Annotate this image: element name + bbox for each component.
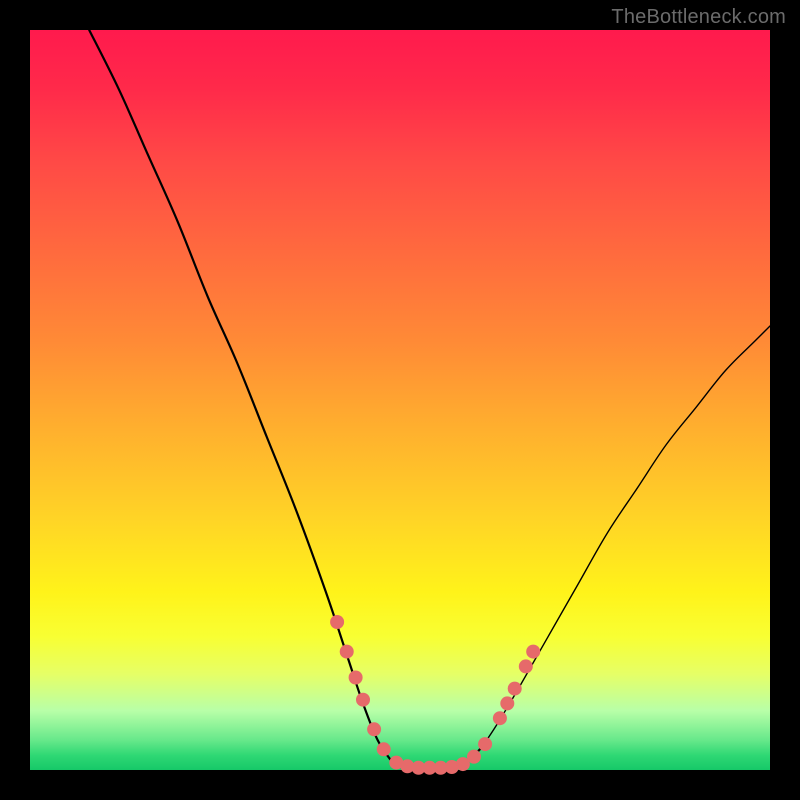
plot-area: [30, 30, 770, 770]
chart-svg: [30, 30, 770, 770]
marker-dot: [340, 645, 354, 659]
marker-dot: [367, 722, 381, 736]
marker-dot: [519, 659, 533, 673]
marker-dot: [467, 750, 481, 764]
marker-dot: [508, 682, 522, 696]
outer-frame: TheBottleneck.com: [0, 0, 800, 800]
marker-dot: [493, 711, 507, 725]
marker-dot: [500, 696, 514, 710]
curve-right-branch: [481, 326, 770, 748]
marker-dot: [526, 645, 540, 659]
watermark-text: TheBottleneck.com: [611, 6, 786, 29]
marker-dot: [349, 671, 363, 685]
marker-dot: [478, 737, 492, 751]
marker-dot: [330, 615, 344, 629]
marker-dot: [356, 693, 370, 707]
marker-dot: [377, 742, 391, 756]
marker-dots: [330, 615, 540, 775]
